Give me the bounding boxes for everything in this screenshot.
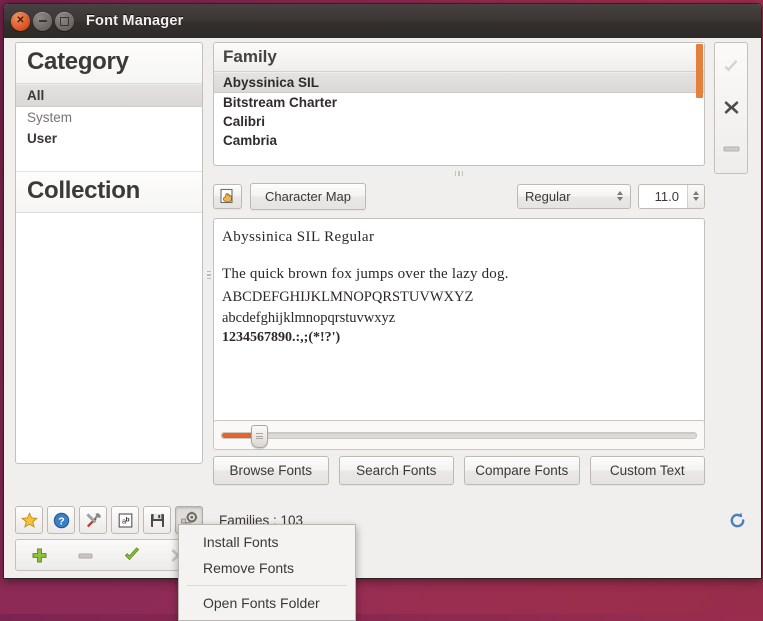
character-map-toggle-button[interactable]: [213, 183, 242, 209]
family-row-cambria[interactable]: Cambria: [214, 131, 704, 150]
menu-separator: [187, 585, 347, 586]
family-row-label: Calibri: [223, 114, 266, 129]
window-body: Category All System User Collection Fami…: [4, 38, 761, 578]
fonts-context-menu: Install Fonts Remove Fonts Open Fonts Fo…: [178, 524, 356, 621]
family-list-panel: Family Abyssinica SIL Bitstream Charter …: [213, 42, 705, 166]
sidebar: Category All System User Collection: [15, 42, 203, 571]
window-title: Font Manager: [86, 13, 184, 29]
tools-icon: [85, 512, 101, 527]
collection-heading: Collection: [16, 171, 202, 213]
main-area: Family Abyssinica SIL Bitstream Charter …: [213, 42, 705, 571]
refresh-button[interactable]: [724, 507, 750, 533]
family-row-abyssinica-sil[interactable]: Abyssinica SIL: [214, 72, 704, 93]
slider-thumb[interactable]: [251, 424, 269, 448]
enable-collection-button[interactable]: [117, 544, 147, 566]
sidebar-item-user-label: User: [27, 131, 58, 146]
window-controls: ✕: [11, 11, 74, 31]
slider-track[interactable]: [221, 424, 697, 448]
preview-uppercase: ABCDEFGHIJKLMNOPQRSTUVWXYZ: [222, 289, 474, 306]
sidebar-item-all-label: All: [27, 88, 45, 103]
status-bar: ? a b Families: 103: [15, 504, 750, 536]
compare-fonts-button[interactable]: Compare Fonts: [464, 456, 580, 485]
minus-icon: [723, 146, 739, 152]
favorites-button[interactable]: [15, 506, 43, 534]
preview-title: Abyssinica SIL Regular: [222, 229, 375, 245]
font-style-combo[interactable]: Regular: [517, 183, 631, 209]
preview-pangram: The quick brown fox jumps over the lazy …: [222, 266, 509, 282]
preview-lowercase: abcdefghijklmnopqrstuvwxyz: [222, 309, 396, 326]
floppy-disk-icon: [150, 513, 164, 527]
custom-text-button[interactable]: Custom Text: [589, 456, 705, 485]
minimize-icon: [33, 12, 52, 31]
font-style-value: Regular: [525, 188, 571, 204]
collection-list[interactable]: [16, 213, 202, 413]
star-icon: [20, 511, 38, 528]
close-icon: ✕: [16, 15, 25, 26]
cross-icon: [724, 101, 738, 115]
family-row-label: Bitstream Charter: [223, 95, 338, 110]
menu-item-install-fonts[interactable]: Install Fonts: [179, 529, 355, 555]
font-size-spinner[interactable]: 11.0: [638, 183, 705, 209]
family-row-calibri[interactable]: Calibri: [214, 112, 704, 131]
font-action-toolbar: [714, 42, 748, 174]
stepper-up-icon[interactable]: [693, 191, 699, 195]
minimize-button[interactable]: [33, 11, 52, 31]
minus-icon: [78, 553, 93, 558]
font-preview-area[interactable]: Abyssinica SIL Regular The quick brown f…: [213, 218, 705, 434]
family-list-header: Family: [214, 43, 704, 72]
save-button[interactable]: [143, 506, 171, 534]
character-map-icon: [220, 188, 233, 203]
menu-item-remove-fonts[interactable]: Remove Fonts: [179, 555, 355, 581]
svg-text:b: b: [125, 516, 129, 523]
search-fonts-button[interactable]: Search Fonts: [338, 456, 454, 485]
clear-font-button[interactable]: [718, 136, 744, 162]
text-button[interactable]: a b: [111, 506, 139, 534]
category-heading: Category: [16, 43, 202, 84]
family-row-bitstream-charter[interactable]: Bitstream Charter: [214, 93, 704, 112]
sidebar-item-user[interactable]: User: [16, 128, 202, 149]
ab-text-icon: a b: [118, 512, 132, 528]
browse-fonts-button[interactable]: Browse Fonts: [213, 456, 329, 485]
font-manager-window: ✕ Font Manager Category All System User …: [3, 3, 762, 579]
check-icon: [125, 547, 140, 561]
preview-digits: 1234567890.:,;(*!?'): [222, 330, 341, 346]
refresh-icon: [730, 512, 744, 527]
main-button-row: Browse Fonts Search Fonts Compare Fonts …: [213, 456, 705, 485]
chevron-updown-icon: [617, 189, 623, 204]
menu-item-open-fonts-folder[interactable]: Open Fonts Folder: [179, 590, 355, 616]
help-icon: ?: [53, 512, 69, 528]
font-size-value[interactable]: 11.0: [639, 184, 687, 208]
collection-action-bar: [15, 539, 203, 571]
family-header-label: Family: [223, 47, 277, 66]
check-icon: [724, 60, 738, 72]
character-map-button[interactable]: Character Map: [250, 182, 366, 210]
add-collection-button[interactable]: [24, 544, 54, 566]
horizontal-splitter-grip[interactable]: [213, 166, 705, 180]
close-button[interactable]: ✕: [11, 11, 30, 31]
category-collection-panel: Category All System User Collection: [15, 42, 203, 464]
remove-collection-button[interactable]: [71, 544, 101, 566]
help-button[interactable]: ?: [47, 506, 75, 534]
family-row-label: Cambria: [223, 133, 278, 148]
enable-font-button[interactable]: [718, 54, 744, 80]
title-bar: ✕ Font Manager: [4, 4, 761, 39]
sidebar-item-system-label: System: [27, 110, 73, 125]
sidebar-item-system[interactable]: System: [16, 107, 202, 128]
maximize-button[interactable]: [55, 11, 74, 31]
preview-size-slider[interactable]: [213, 420, 705, 450]
disable-font-button[interactable]: [718, 95, 744, 121]
maximize-icon: [55, 12, 74, 31]
plus-icon: [32, 548, 47, 562]
svg-text:?: ?: [58, 515, 64, 527]
preview-toolbar: Character Map Regular 11.0: [213, 180, 705, 212]
font-size-stepper[interactable]: [687, 184, 704, 208]
sidebar-item-all[interactable]: All: [16, 84, 202, 107]
stepper-down-icon[interactable]: [693, 197, 699, 201]
preferences-button[interactable]: [79, 506, 107, 534]
family-scrollbar-thumb[interactable]: [696, 44, 703, 98]
vertical-splitter-grip[interactable]: [206, 266, 212, 284]
family-row-label: Abyssinica SIL: [223, 75, 320, 90]
